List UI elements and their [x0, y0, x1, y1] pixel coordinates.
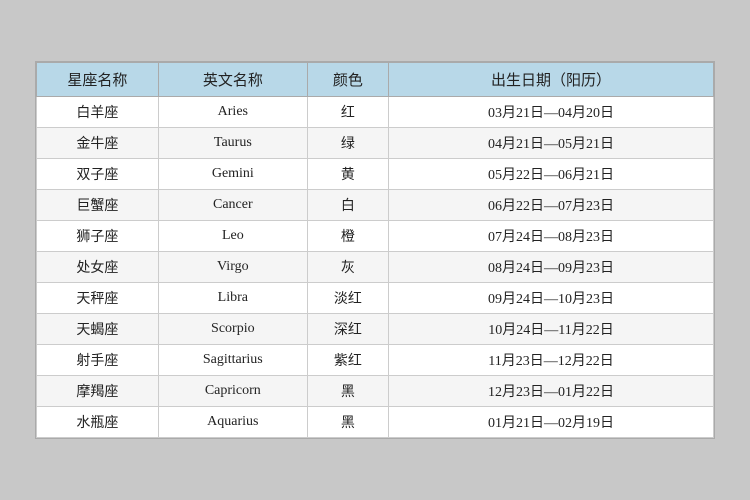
cell-english: Leo	[158, 221, 307, 252]
table-row: 狮子座Leo橙07月24日—08月23日	[37, 221, 714, 252]
cell-color: 绿	[307, 128, 388, 159]
cell-english: Libra	[158, 283, 307, 314]
cell-english: Gemini	[158, 159, 307, 190]
cell-color: 白	[307, 190, 388, 221]
cell-chinese: 天蝎座	[37, 314, 159, 345]
table-row: 白羊座Aries红03月21日—04月20日	[37, 97, 714, 128]
cell-english: Taurus	[158, 128, 307, 159]
cell-color: 紫红	[307, 345, 388, 376]
cell-color: 黄	[307, 159, 388, 190]
header-chinese: 星座名称	[37, 63, 159, 97]
cell-chinese: 摩羯座	[37, 376, 159, 407]
cell-color: 红	[307, 97, 388, 128]
cell-date: 05月22日—06月21日	[389, 159, 714, 190]
cell-date: 07月24日—08月23日	[389, 221, 714, 252]
table-header-row: 星座名称 英文名称 颜色 出生日期（阳历）	[37, 63, 714, 97]
cell-chinese: 天秤座	[37, 283, 159, 314]
cell-color: 深红	[307, 314, 388, 345]
cell-color: 黑	[307, 376, 388, 407]
cell-color: 橙	[307, 221, 388, 252]
cell-chinese: 狮子座	[37, 221, 159, 252]
cell-chinese: 金牛座	[37, 128, 159, 159]
cell-english: Sagittarius	[158, 345, 307, 376]
zodiac-table-container: 星座名称 英文名称 颜色 出生日期（阳历） 白羊座Aries红03月21日—04…	[35, 61, 715, 439]
header-english: 英文名称	[158, 63, 307, 97]
table-row: 天蝎座Scorpio深红10月24日—11月22日	[37, 314, 714, 345]
cell-date: 12月23日—01月22日	[389, 376, 714, 407]
table-row: 巨蟹座Cancer白06月22日—07月23日	[37, 190, 714, 221]
cell-english: Virgo	[158, 252, 307, 283]
cell-date: 11月23日—12月22日	[389, 345, 714, 376]
cell-date: 04月21日—05月21日	[389, 128, 714, 159]
cell-english: Aries	[158, 97, 307, 128]
cell-date: 09月24日—10月23日	[389, 283, 714, 314]
header-color: 颜色	[307, 63, 388, 97]
cell-english: Cancer	[158, 190, 307, 221]
cell-date: 10月24日—11月22日	[389, 314, 714, 345]
cell-date: 08月24日—09月23日	[389, 252, 714, 283]
table-row: 摩羯座Capricorn黑12月23日—01月22日	[37, 376, 714, 407]
table-row: 处女座Virgo灰08月24日—09月23日	[37, 252, 714, 283]
cell-chinese: 水瓶座	[37, 407, 159, 438]
table-row: 天秤座Libra淡红09月24日—10月23日	[37, 283, 714, 314]
cell-chinese: 巨蟹座	[37, 190, 159, 221]
cell-chinese: 双子座	[37, 159, 159, 190]
cell-english: Capricorn	[158, 376, 307, 407]
cell-chinese: 处女座	[37, 252, 159, 283]
cell-color: 淡红	[307, 283, 388, 314]
cell-color: 灰	[307, 252, 388, 283]
cell-english: Scorpio	[158, 314, 307, 345]
table-row: 射手座Sagittarius紫红11月23日—12月22日	[37, 345, 714, 376]
cell-color: 黑	[307, 407, 388, 438]
cell-chinese: 射手座	[37, 345, 159, 376]
cell-chinese: 白羊座	[37, 97, 159, 128]
cell-date: 03月21日—04月20日	[389, 97, 714, 128]
table-row: 金牛座Taurus绿04月21日—05月21日	[37, 128, 714, 159]
table-row: 双子座Gemini黄05月22日—06月21日	[37, 159, 714, 190]
header-date: 出生日期（阳历）	[389, 63, 714, 97]
cell-english: Aquarius	[158, 407, 307, 438]
cell-date: 06月22日—07月23日	[389, 190, 714, 221]
cell-date: 01月21日—02月19日	[389, 407, 714, 438]
zodiac-table: 星座名称 英文名称 颜色 出生日期（阳历） 白羊座Aries红03月21日—04…	[36, 62, 714, 438]
table-row: 水瓶座Aquarius黑01月21日—02月19日	[37, 407, 714, 438]
